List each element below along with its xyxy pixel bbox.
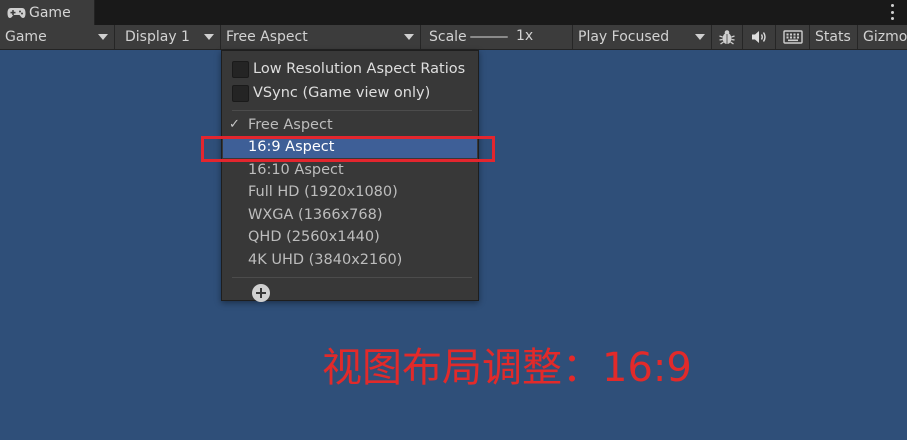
tab-title: Game	[29, 4, 71, 21]
aspect-item-label: Full HD (1920x1080)	[248, 184, 398, 200]
annotation-highlight-box	[201, 136, 495, 162]
aspect-item-label: 4K UHD (3840x2160)	[248, 252, 403, 268]
display-dropdown[interactable]: Display 1	[115, 25, 221, 49]
bug-button[interactable]	[712, 25, 743, 49]
aspect-item-label: QHD (2560x1440)	[248, 229, 380, 245]
scale-control: Scale 1x	[421, 25, 573, 49]
aspect-label: Free Aspect	[226, 29, 308, 45]
divider	[232, 110, 472, 111]
play-mode-label: Play Focused	[578, 29, 670, 45]
display-label: Display 1	[125, 29, 190, 45]
aspect-item-label: WXGA (1366x768)	[248, 207, 383, 223]
checkmark-icon: ✓	[229, 117, 240, 132]
aspect-item-free[interactable]: ✓ Free Aspect	[223, 114, 477, 136]
keyboard-button[interactable]	[776, 25, 810, 49]
scale-value: 1x	[516, 28, 534, 44]
aspect-item-full-hd[interactable]: Full HD (1920x1080)	[223, 181, 477, 203]
keyboard-icon	[782, 30, 803, 44]
stats-button[interactable]: Stats	[810, 25, 858, 49]
aspect-dropdown-menu: Low Resolution Aspect Ratios VSync (Game…	[221, 50, 479, 302]
chevron-down-icon	[204, 34, 214, 40]
gizmos-label: Gizmos	[863, 29, 907, 45]
play-mode-dropdown[interactable]: Play Focused	[573, 25, 712, 49]
chevron-down-icon	[404, 34, 414, 40]
aspect-dropdown[interactable]: Free Aspect	[221, 25, 421, 49]
chevron-down-icon	[98, 34, 108, 40]
chevron-down-icon	[695, 34, 705, 40]
more-options-icon[interactable]	[890, 4, 894, 20]
option-label: Low Resolution Aspect Ratios	[253, 61, 466, 77]
checkbox[interactable]	[232, 84, 249, 102]
aspect-item-label: Free Aspect	[248, 117, 333, 133]
vsync-option[interactable]: VSync (Game view only)	[232, 83, 430, 103]
game-tab[interactable]: Game	[0, 0, 95, 25]
plus-circle-icon[interactable]	[252, 284, 270, 302]
aspect-item-label: 16:10 Aspect	[248, 162, 344, 178]
speaker-icon	[752, 31, 766, 43]
stats-label: Stats	[815, 29, 851, 45]
window-tab-bar: Game	[0, 0, 907, 25]
scale-slider[interactable]	[470, 36, 508, 38]
gizmos-button[interactable]: Gizmos	[858, 25, 907, 49]
bug-icon	[719, 30, 735, 45]
view-mode-dropdown[interactable]: Game	[0, 25, 115, 49]
view-mode-label: Game	[5, 29, 47, 45]
checkbox[interactable]	[232, 60, 249, 78]
game-view-toolbar: Game Display 1 Free Aspect Scale 1x Play…	[0, 25, 907, 50]
low-res-aspect-option[interactable]: Low Resolution Aspect Ratios	[232, 59, 465, 79]
gamepad-icon	[7, 7, 26, 18]
scale-label: Scale	[429, 29, 467, 45]
audio-button[interactable]	[743, 25, 776, 49]
aspect-item-4k-uhd[interactable]: 4K UHD (3840x2160)	[223, 249, 477, 271]
aspect-item-wxga[interactable]: WXGA (1366x768)	[223, 204, 477, 226]
divider	[232, 277, 472, 278]
annotation-caption: 视图布局调整：16:9	[322, 345, 692, 391]
aspect-item-qhd[interactable]: QHD (2560x1440)	[223, 226, 477, 248]
option-label: VSync (Game view only)	[253, 85, 431, 101]
aspect-item-16-10[interactable]: 16:10 Aspect	[223, 159, 477, 181]
